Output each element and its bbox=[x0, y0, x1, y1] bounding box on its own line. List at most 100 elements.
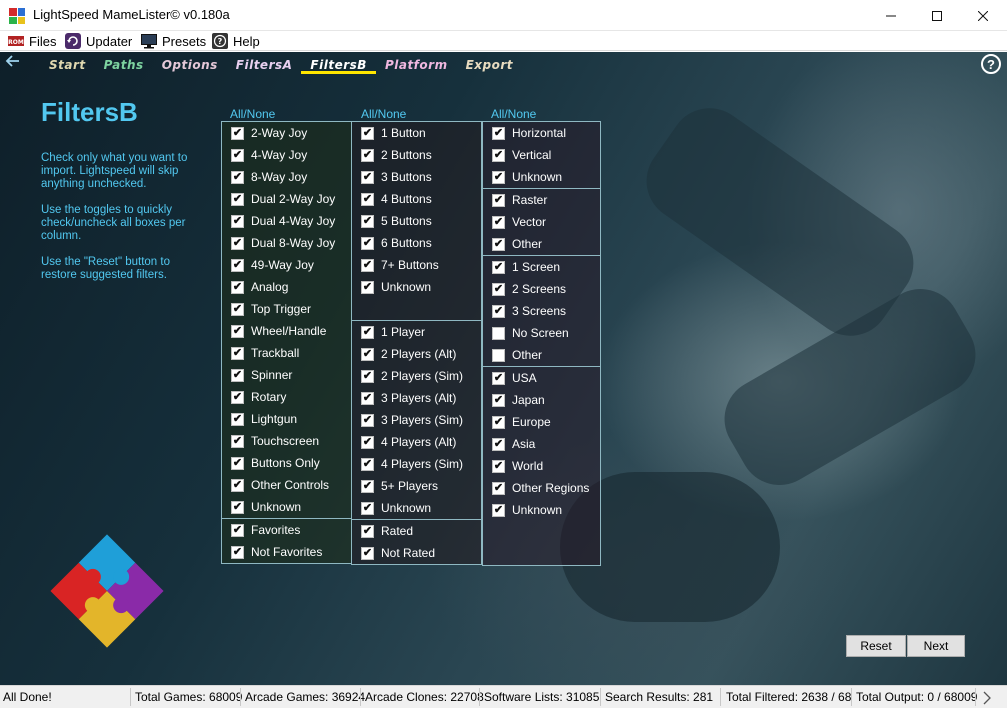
resize-grip-icon[interactable] bbox=[983, 691, 993, 705]
checkbox-checked[interactable]: ✔ bbox=[492, 126, 505, 140]
tab-filtersa[interactable]: FiltersA bbox=[227, 56, 302, 74]
filter-option[interactable]: ✔ Unknown bbox=[352, 497, 481, 519]
checkbox-checked[interactable]: ✔ bbox=[361, 524, 374, 538]
checkbox-checked[interactable]: ✔ bbox=[492, 215, 505, 229]
checkbox-checked[interactable]: ✔ bbox=[231, 192, 244, 206]
reset-button[interactable]: Reset bbox=[846, 635, 906, 657]
checkbox-checked[interactable]: ✔ bbox=[492, 459, 505, 473]
filter-option[interactable]: ✔ 1 Player bbox=[352, 321, 481, 343]
maximize-button[interactable] bbox=[914, 0, 960, 31]
filter-option[interactable]: ✔ 1 Button bbox=[352, 122, 481, 144]
filter-option[interactable]: ✔ Wheel/Handle bbox=[222, 320, 351, 342]
filter-option[interactable]: ✔ 6 Buttons bbox=[352, 232, 481, 254]
checkbox-checked[interactable]: ✔ bbox=[361, 546, 374, 560]
checkbox-checked[interactable]: ✔ bbox=[361, 435, 374, 449]
filter-option[interactable]: ✔ Unknown bbox=[222, 496, 351, 518]
checkbox-checked[interactable]: ✔ bbox=[231, 302, 244, 316]
filter-option[interactable]: ✔ Dual 2-Way Joy bbox=[222, 188, 351, 210]
checkbox-checked[interactable]: ✔ bbox=[361, 170, 374, 184]
filter-option[interactable]: ✔ Unknown bbox=[352, 276, 481, 298]
tab-filtersb[interactable]: FiltersB bbox=[301, 56, 376, 74]
filter-option[interactable]: ✔ Vector bbox=[483, 211, 600, 233]
help-circle-icon[interactable]: ? bbox=[981, 54, 1001, 74]
filter-option[interactable]: ✔ Top Trigger bbox=[222, 298, 351, 320]
menu-help[interactable]: ? Help bbox=[211, 32, 260, 50]
filter-option[interactable]: ✔ Other Regions bbox=[483, 477, 600, 499]
filter-option[interactable]: ✔ Unknown bbox=[483, 499, 600, 521]
checkbox-checked[interactable]: ✔ bbox=[492, 170, 505, 184]
checkbox-checked[interactable]: ✔ bbox=[361, 347, 374, 361]
menu-presets[interactable]: Presets bbox=[140, 32, 206, 50]
checkbox-checked[interactable]: ✔ bbox=[231, 368, 244, 382]
checkbox-checked[interactable]: ✔ bbox=[492, 237, 505, 251]
checkbox-checked[interactable]: ✔ bbox=[492, 148, 505, 162]
filter-option[interactable]: Other bbox=[483, 344, 600, 366]
filter-option[interactable]: ✔ 49-Way Joy bbox=[222, 254, 351, 276]
checkbox-checked[interactable]: ✔ bbox=[492, 481, 505, 495]
back-arrow-icon[interactable] bbox=[5, 54, 23, 70]
filter-option[interactable]: ✔ 4 Buttons bbox=[352, 188, 481, 210]
filter-option[interactable]: ✔ 7+ Buttons bbox=[352, 254, 481, 276]
filter-option[interactable]: ✔ Trackball bbox=[222, 342, 351, 364]
checkbox-checked[interactable]: ✔ bbox=[231, 500, 244, 514]
checkbox-checked[interactable]: ✔ bbox=[231, 126, 244, 140]
filter-option[interactable]: ✔ Buttons Only bbox=[222, 452, 351, 474]
filter-option[interactable]: ✔ Japan bbox=[483, 389, 600, 411]
checkbox-checked[interactable]: ✔ bbox=[361, 413, 374, 427]
checkbox-checked[interactable]: ✔ bbox=[231, 324, 244, 338]
checkbox-checked[interactable]: ✔ bbox=[361, 280, 374, 294]
checkbox-checked[interactable]: ✔ bbox=[231, 545, 244, 559]
filter-option[interactable]: ✔ Dual 4-Way Joy bbox=[222, 210, 351, 232]
checkbox-checked[interactable]: ✔ bbox=[492, 304, 505, 318]
minimize-button[interactable] bbox=[868, 0, 914, 31]
checkbox-checked[interactable]: ✔ bbox=[492, 503, 505, 517]
filter-option[interactable]: ✔ 4 Players (Alt) bbox=[352, 431, 481, 453]
checkbox-unchecked[interactable] bbox=[492, 326, 505, 340]
checkbox-checked[interactable]: ✔ bbox=[492, 437, 505, 451]
filter-option[interactable]: ✔ World bbox=[483, 455, 600, 477]
filter-option[interactable]: ✔ 3 Screens bbox=[483, 300, 600, 322]
checkbox-checked[interactable]: ✔ bbox=[361, 192, 374, 206]
filter-option[interactable]: ✔ 3 Players (Sim) bbox=[352, 409, 481, 431]
checkbox-checked[interactable]: ✔ bbox=[231, 170, 244, 184]
toggle-all-none-col3[interactable]: All/None bbox=[491, 107, 536, 121]
filter-option[interactable]: ✔ USA bbox=[483, 367, 600, 389]
filter-option[interactable]: ✔ 2 Screens bbox=[483, 278, 600, 300]
filter-option[interactable]: ✔ Spinner bbox=[222, 364, 351, 386]
filter-option[interactable]: ✔ Not Favorites bbox=[222, 541, 351, 563]
filter-option[interactable]: ✔ 3 Buttons bbox=[352, 166, 481, 188]
filter-option[interactable]: No Screen bbox=[483, 322, 600, 344]
filter-option[interactable]: ✔ 2 Players (Sim) bbox=[352, 365, 481, 387]
filter-option[interactable]: ✔ Asia bbox=[483, 433, 600, 455]
tab-paths[interactable]: Paths bbox=[95, 56, 153, 74]
checkbox-checked[interactable]: ✔ bbox=[361, 325, 374, 339]
filter-option[interactable]: ✔ 8-Way Joy bbox=[222, 166, 351, 188]
checkbox-checked[interactable]: ✔ bbox=[361, 148, 374, 162]
checkbox-checked[interactable]: ✔ bbox=[361, 258, 374, 272]
checkbox-checked[interactable]: ✔ bbox=[361, 391, 374, 405]
filter-option[interactable]: ✔ Lightgun bbox=[222, 408, 351, 430]
checkbox-checked[interactable]: ✔ bbox=[361, 214, 374, 228]
checkbox-checked[interactable]: ✔ bbox=[361, 369, 374, 383]
filter-option[interactable]: ✔ Rotary bbox=[222, 386, 351, 408]
tab-options[interactable]: Options bbox=[153, 56, 227, 74]
filter-option[interactable]: ✔ 4 Players (Sim) bbox=[352, 453, 481, 475]
checkbox-checked[interactable]: ✔ bbox=[231, 390, 244, 404]
filter-option[interactable]: ✔ 5 Buttons bbox=[352, 210, 481, 232]
menu-files[interactable]: ROM Files bbox=[7, 32, 56, 50]
checkbox-checked[interactable]: ✔ bbox=[231, 478, 244, 492]
filter-option[interactable]: ✔ Touchscreen bbox=[222, 430, 351, 452]
checkbox-checked[interactable]: ✔ bbox=[492, 282, 505, 296]
checkbox-checked[interactable]: ✔ bbox=[492, 415, 505, 429]
checkbox-checked[interactable]: ✔ bbox=[492, 393, 505, 407]
tab-platform[interactable]: Platform bbox=[376, 56, 457, 74]
checkbox-checked[interactable]: ✔ bbox=[361, 501, 374, 515]
filter-option[interactable]: ✔ Raster bbox=[483, 189, 600, 211]
filter-option[interactable]: ✔ Europe bbox=[483, 411, 600, 433]
filter-option[interactable]: ✔ 5+ Players bbox=[352, 475, 481, 497]
toggle-all-none-col2[interactable]: All/None bbox=[361, 107, 406, 121]
checkbox-checked[interactable]: ✔ bbox=[492, 260, 505, 274]
tab-start[interactable]: Start bbox=[40, 56, 95, 74]
checkbox-checked[interactable]: ✔ bbox=[492, 193, 505, 207]
checkbox-checked[interactable]: ✔ bbox=[231, 434, 244, 448]
